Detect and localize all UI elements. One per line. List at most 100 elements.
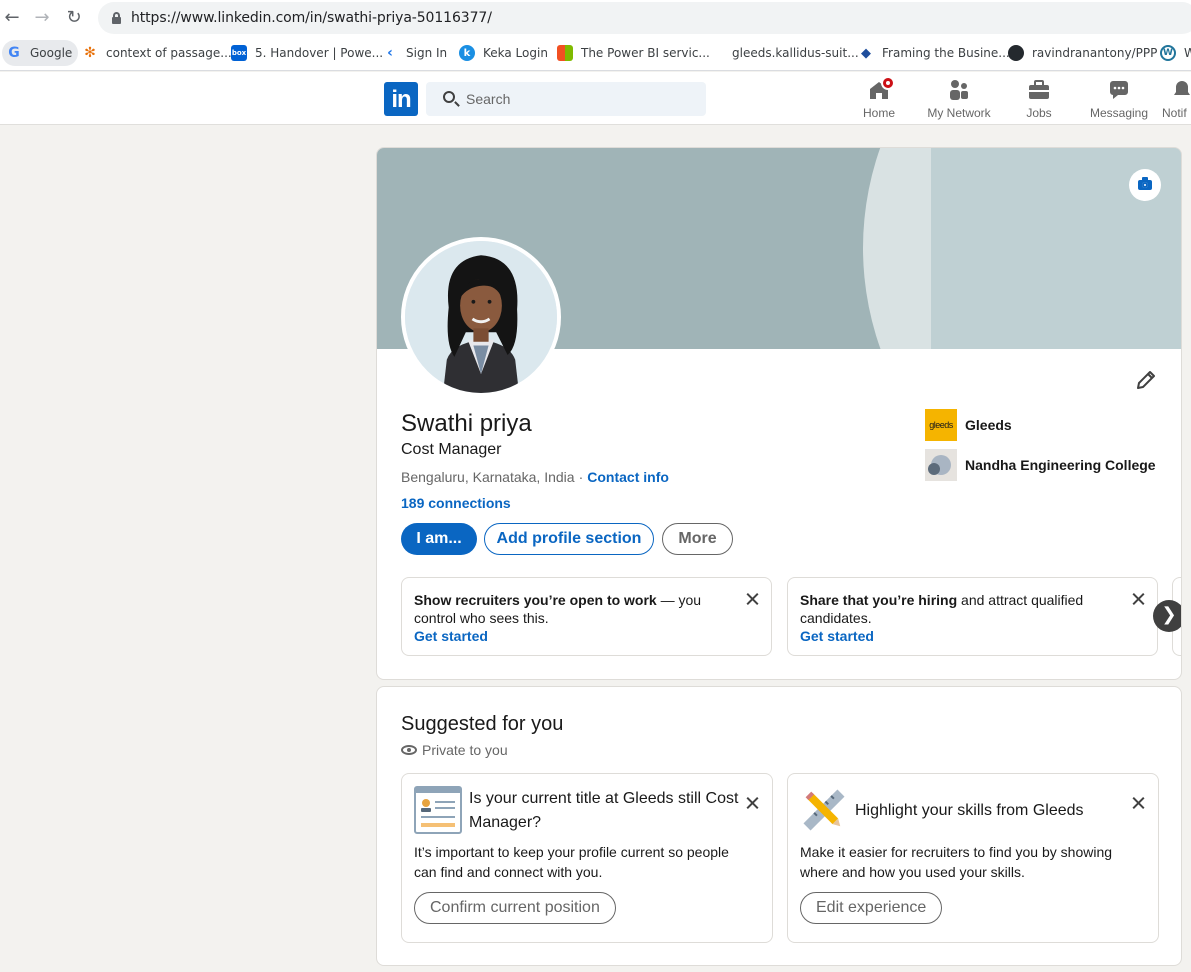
bookmarks-bar: G Google ✻ context of passage... box 5. … [0, 36, 1191, 71]
nav-notifications[interactable]: Notif [1162, 72, 1191, 124]
nav-my-network[interactable]: My Network [920, 72, 998, 124]
get-started-link[interactable]: Get started [414, 627, 731, 645]
org-nandha-college[interactable]: Nandha Engineering College [925, 449, 1156, 481]
nav-label: Notif [1162, 106, 1187, 120]
suggested-card: Suggested for you Private to you Is your… [376, 686, 1182, 966]
edit-pencil-icon[interactable] [1134, 368, 1158, 392]
edit-experience-button[interactable]: Edit experience [800, 892, 943, 924]
open-to-work-promo: Show recruiters you’re open to work — yo… [401, 577, 772, 656]
connections-link[interactable]: 189 connections [401, 495, 511, 511]
people-icon [947, 78, 971, 102]
profile-photo [405, 241, 557, 393]
get-started-link[interactable]: Get started [800, 627, 1117, 645]
suggestion-confirm-title: Is your current title at Gleeds still Co… [401, 773, 773, 943]
suggestion-title: Is your current title at Gleeds still Co… [469, 790, 739, 831]
suggestion-body: Make it easier for recruiters to find yo… [800, 844, 1113, 880]
search-icon [443, 91, 455, 103]
spark-icon: ✻ [84, 45, 96, 61]
bookmark-context-of-passage[interactable]: ✻ context of passage... [82, 40, 232, 66]
nav-label: Home [862, 106, 895, 120]
eye-icon [401, 745, 417, 755]
briefcase-icon [1027, 78, 1051, 102]
profile-card: Swathi priya Cost Manager Bengaluru, Kar… [376, 147, 1182, 680]
forward-arrow-icon[interactable]: → [32, 8, 52, 28]
bookmark-label: The Power BI servic... [581, 46, 710, 60]
location-row: Bengaluru, Karnataka, India · Contact info [401, 469, 669, 485]
nav-messaging[interactable]: Messaging [1084, 72, 1154, 124]
bookmark-sign-in[interactable]: ‹ Sign In [382, 40, 447, 66]
suggested-title: Suggested for you [401, 713, 564, 735]
confirm-current-position-button[interactable]: Confirm current position [414, 892, 616, 924]
linkedin-logo[interactable]: in [384, 82, 418, 116]
lock-icon [112, 12, 121, 24]
bookmark-wordpress[interactable]: W W [1160, 40, 1191, 66]
bookmark-label: ravindranantony/PPP [1032, 46, 1158, 60]
google-icon: G [8, 45, 20, 61]
profile-headline: Cost Manager [401, 441, 502, 458]
bookmark-label: Keka Login [483, 46, 548, 60]
nav-home[interactable]: Home [852, 72, 906, 124]
college-logo [925, 449, 957, 481]
suggestion-highlight-skills: Highlight your skills from Gleeds Make i… [787, 773, 1159, 943]
suggestion-body: It’s important to keep your profile curr… [414, 844, 729, 880]
bookmark-github[interactable]: ravindranantony/PPP [1008, 40, 1157, 66]
nav-label: My Network [927, 106, 991, 120]
bookmark-framing-the-business[interactable]: ◆ Framing the Busine... [858, 40, 1010, 66]
profile-document-icon [414, 786, 462, 834]
org-gleeds[interactable]: gleeds Gleeds [925, 409, 1012, 441]
org-name: Gleeds [965, 417, 1012, 433]
open-to-button[interactable]: I am... [401, 523, 477, 555]
org-name: Nandha Engineering College [965, 457, 1156, 473]
chevron-logo-icon: ‹ [387, 45, 393, 61]
reload-icon[interactable]: ↻ [64, 8, 84, 28]
address-bar[interactable]: https://www.linkedin.com/in/swathi-priya… [98, 2, 1191, 34]
bookmark-label: context of passage... [106, 46, 232, 60]
camera-icon [1138, 177, 1152, 190]
nav-label: Messaging [1089, 106, 1149, 120]
back-arrow-icon[interactable]: ← [2, 8, 22, 28]
bookmark-label: Framing the Busine... [882, 46, 1010, 60]
nav-label: Jobs [1026, 106, 1052, 120]
bookmark-label: Google [30, 46, 73, 60]
privacy-row: Private to you [401, 742, 508, 758]
privacy-label: Private to you [422, 742, 508, 758]
bookmark-gleeds-kallidus[interactable]: gleeds.kallidus-suit... [708, 40, 859, 66]
search-input[interactable] [466, 82, 696, 116]
hiring-promo: Share that you’re hiring and attract qua… [787, 577, 1158, 656]
diamond-icon: ◆ [861, 45, 871, 61]
more-button[interactable]: More [662, 523, 733, 555]
bookmark-label: W [1184, 46, 1191, 60]
bookmark-keka-login[interactable]: k Keka Login [459, 40, 548, 66]
wordpress-icon: W [1160, 45, 1176, 61]
suggestion-title: Highlight your skills from Gleeds [855, 802, 1084, 819]
chat-bubble-icon [1107, 78, 1131, 102]
github-icon [1008, 45, 1024, 61]
close-icon[interactable] [744, 795, 760, 811]
pencil-ruler-icon [803, 789, 845, 831]
edit-cover-button[interactable] [1129, 169, 1161, 201]
close-icon[interactable] [1130, 795, 1146, 811]
bookmark-google[interactable]: G Google [2, 40, 79, 66]
close-icon[interactable] [1130, 591, 1146, 607]
chevron-right-icon[interactable]: ❯ [1153, 600, 1181, 632]
notification-badge [881, 76, 895, 90]
gleeds-logo: gleeds [925, 409, 957, 441]
microsoft-icon [557, 45, 573, 61]
nav-jobs[interactable]: Jobs [1012, 72, 1066, 124]
close-icon[interactable] [744, 591, 760, 607]
url-text[interactable]: https://www.linkedin.com/in/swathi-priya… [131, 10, 492, 26]
add-profile-section-button[interactable]: Add profile section [484, 523, 654, 555]
home-icon [867, 76, 895, 102]
bookmark-power-bi[interactable]: The Power BI servic... [557, 40, 710, 66]
avatar[interactable] [401, 237, 561, 397]
bookmark-handover[interactable]: box 5. Handover | Powe... [231, 40, 383, 66]
browser-toolbar: ← → ↻ https://www.linkedin.com/in/swathi… [0, 0, 1191, 36]
bookmark-label: 5. Handover | Powe... [255, 46, 384, 60]
bookmark-label: Sign In [406, 46, 448, 60]
contact-info-link[interactable]: Contact info [587, 469, 669, 485]
bookmark-label: gleeds.kallidus-suit... [732, 46, 859, 60]
promo-bold-text: Show recruiters you’re open to work [414, 592, 657, 608]
search-box[interactable] [426, 82, 706, 116]
bell-icon [1170, 78, 1191, 102]
profile-name: Swathi priya [401, 410, 532, 437]
